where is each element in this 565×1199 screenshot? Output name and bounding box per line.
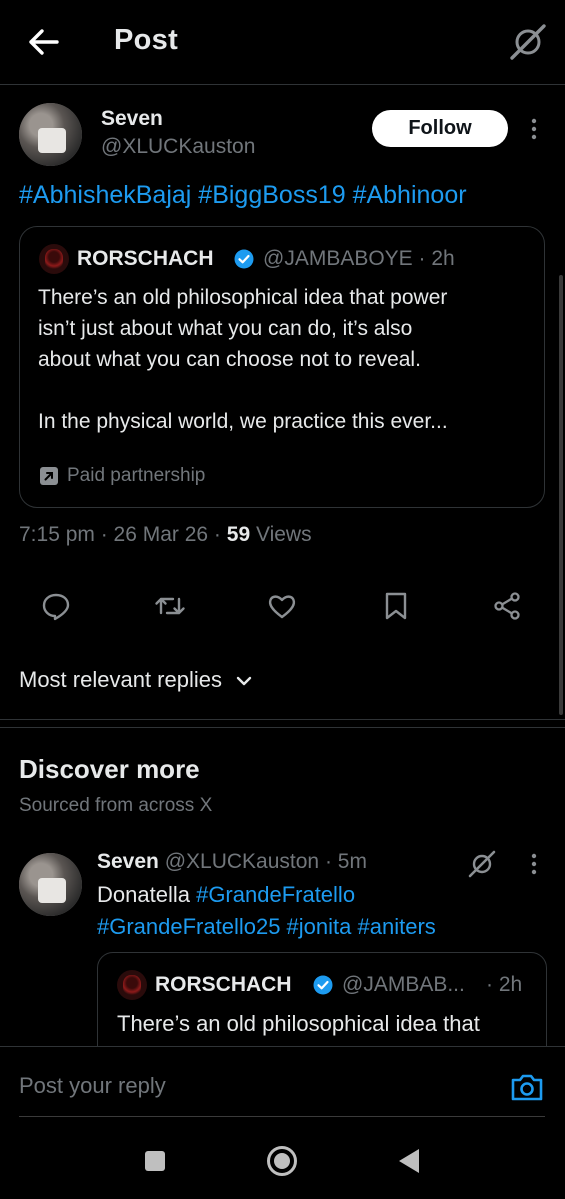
- discover-post-header: Seven @XLUCKauston · 5m: [97, 850, 367, 874]
- post-date: 7:15 pm · 26 Mar 26 ·: [19, 523, 227, 546]
- repost-icon[interactable]: [154, 591, 185, 621]
- reply-input[interactable]: Post your reply: [19, 1073, 166, 1099]
- verified-badge-icon: [234, 249, 254, 269]
- divider: [19, 1116, 545, 1117]
- avatar[interactable]: [19, 103, 82, 166]
- quoted-text-line: There’s an old philosophical idea that: [117, 1011, 480, 1036]
- replies-sort-label: Most relevant replies: [19, 667, 222, 692]
- quoted-text-line: There’s an old philosophical idea that p…: [38, 286, 448, 309]
- quoted-author-name: RORSCHACH: [77, 247, 214, 270]
- page-title: Post: [114, 24, 179, 56]
- hashtag-link[interactable]: #GrandeFratello25 #jonita #aniters: [97, 911, 436, 943]
- grok-icon[interactable]: [467, 849, 497, 879]
- header-bar: [0, 0, 565, 85]
- hashtag-link[interactable]: #Abhinoor: [353, 181, 467, 209]
- quoted-time: · 2h: [486, 973, 523, 996]
- home-icon[interactable]: [266, 1145, 298, 1177]
- replies-sort-dropdown[interactable]: Most relevant replies: [19, 667, 252, 693]
- author-name[interactable]: Seven: [101, 107, 163, 131]
- back-arrow-icon[interactable]: [26, 26, 62, 58]
- reply-icon[interactable]: [41, 591, 71, 621]
- post-timestamp: 7:15 pm · 26 Mar 26 · 59 Views: [19, 523, 312, 547]
- more-options-icon[interactable]: [527, 852, 541, 876]
- recent-apps-icon[interactable]: [144, 1150, 166, 1172]
- views-count[interactable]: 59: [227, 523, 250, 546]
- author-handle-time[interactable]: @XLUCKauston · 5m: [165, 850, 367, 873]
- quoted-avatar: [117, 970, 147, 1000]
- quoted-text-line: In the physical world, we practice this …: [38, 410, 448, 433]
- chevron-down-icon: [236, 676, 252, 686]
- grok-icon[interactable]: [508, 22, 548, 62]
- divider: [0, 727, 565, 728]
- author-handle[interactable]: @XLUCKauston: [101, 135, 255, 159]
- bookmark-icon[interactable]: [381, 591, 411, 621]
- quoted-text-line: about what you can choose not to reveal.: [38, 348, 421, 371]
- paid-partnership-icon: [39, 466, 59, 486]
- hashtag-link[interactable]: #AbhishekBajaj: [19, 181, 191, 209]
- post-text: Donatella: [97, 882, 197, 907]
- follow-button[interactable]: Follow: [372, 110, 508, 147]
- quoted-handle-time: @JAMBABOYE · 2h: [263, 247, 455, 270]
- verified-badge-icon: [313, 975, 333, 995]
- back-nav-icon[interactable]: [397, 1148, 421, 1174]
- more-options-icon[interactable]: [527, 117, 541, 141]
- author-name[interactable]: Seven: [97, 850, 159, 873]
- quoted-text-line: isn’t just about what you can do, it’s a…: [38, 317, 413, 340]
- share-icon[interactable]: [492, 591, 522, 621]
- paid-partnership-label: Paid partnership: [67, 465, 206, 486]
- camera-icon[interactable]: [510, 1071, 544, 1103]
- post-hashtags: #AbhishekBajaj #BiggBoss19 #Abhinoor: [19, 181, 467, 210]
- quoted-handle: @JAMBAB...: [342, 973, 465, 996]
- quoted-avatar: [39, 244, 69, 274]
- avatar[interactable]: [19, 853, 82, 916]
- discover-title: Discover more: [19, 754, 200, 784]
- discover-subtitle: Sourced from across X: [19, 795, 213, 816]
- like-icon[interactable]: [267, 591, 297, 621]
- quoted-author-name: RORSCHACH: [155, 973, 292, 996]
- views-label: Views: [250, 523, 312, 546]
- scrollbar[interactable]: [559, 275, 563, 715]
- hashtag-link[interactable]: #BiggBoss19: [198, 181, 345, 209]
- divider: [0, 719, 565, 720]
- discover-post-text: Donatella #GrandeFratello: [97, 879, 355, 911]
- hashtag-link[interactable]: #GrandeFratello: [196, 882, 355, 907]
